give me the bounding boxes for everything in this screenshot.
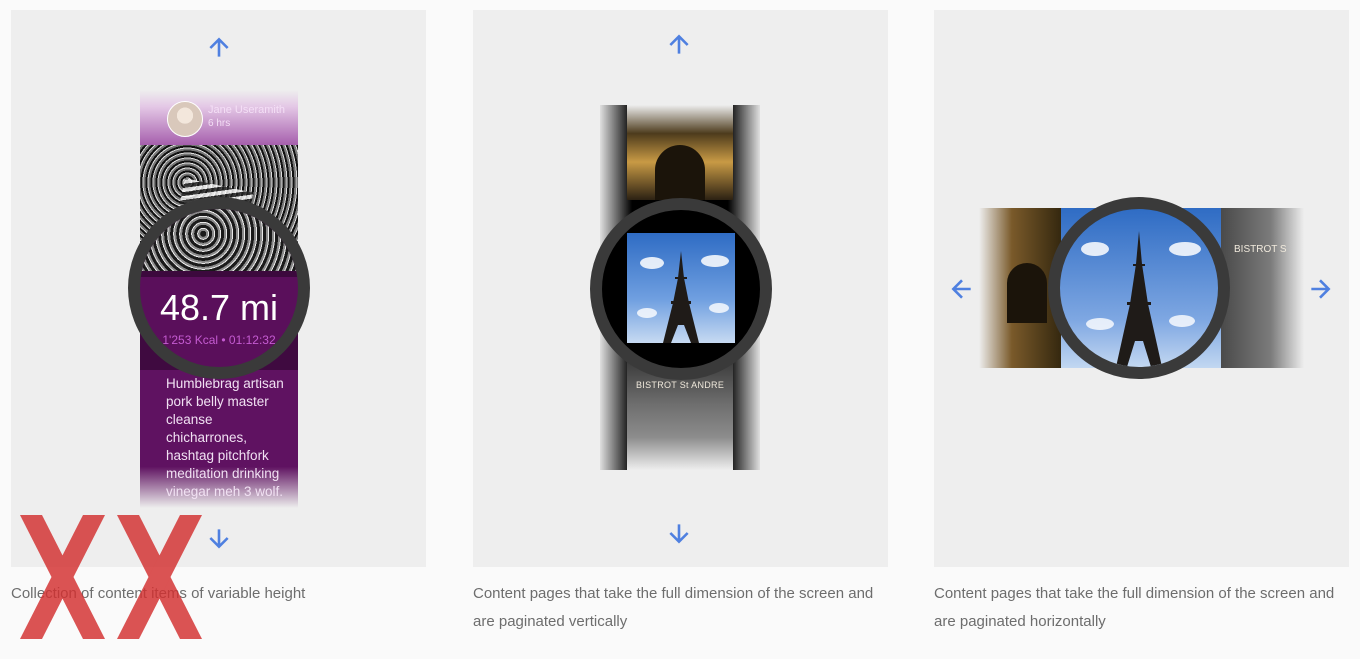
arrow-down-icon[interactable] — [206, 525, 232, 551]
eiffel-tower-image — [1081, 231, 1201, 367]
round-watch-frame — [590, 198, 772, 380]
arrow-up-icon[interactable] — [206, 35, 232, 61]
bistro-sign: BISTROT S — [1234, 244, 1287, 255]
card-photo-crop — [140, 209, 298, 271]
stat-subtext: 1'253 Kcal • 01:12:32 — [162, 333, 276, 347]
arrow-down-icon[interactable] — [666, 520, 692, 546]
panel-variable-height: Jane Useramith 6 hrs Humblebrag artisan … — [11, 10, 426, 567]
text-card-body: Humblebrag artisan pork belly master cle… — [166, 376, 284, 499]
caption-vertical-pagination: Content pages that take the full dimensi… — [473, 585, 874, 630]
round-watch-frame: 48.7 mi 1'253 Kcal • 01:12:32 — [128, 197, 310, 379]
panel-horizontal-pagination: BISTROT S — [934, 10, 1349, 567]
eiffel-tower-image — [627, 233, 735, 343]
arrow-right-icon[interactable] — [1307, 276, 1333, 302]
arrow-up-icon[interactable] — [666, 32, 692, 58]
divider — [140, 271, 298, 277]
arc-de-triomphe-image — [627, 105, 733, 200]
bistro-sign: BISTROT St ANDRE — [636, 380, 725, 390]
panel-vertical-pagination: BISTROT St ANDRE — [473, 10, 888, 567]
arrow-left-icon[interactable] — [949, 276, 975, 302]
bistro-image — [1221, 208, 1304, 368]
avatar — [167, 101, 203, 137]
user-name: Jane Useramith — [208, 104, 286, 116]
post-time: 6 hrs — [208, 118, 231, 129]
round-watch-frame — [1048, 197, 1230, 379]
card-header: Jane Useramith 6 hrs — [140, 90, 298, 145]
distance-value: 48.7 mi — [159, 287, 279, 328]
dont-xx-icon — [20, 515, 202, 639]
caption-horizontal-pagination: Content pages that take the full dimensi… — [934, 585, 1335, 630]
